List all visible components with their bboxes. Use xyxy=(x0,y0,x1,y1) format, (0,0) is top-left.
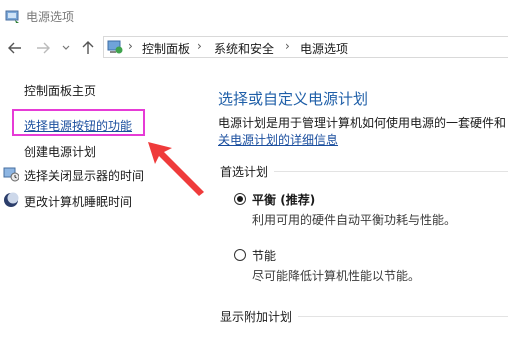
breadcrumb-separator-icon: › xyxy=(128,39,133,53)
group-divider xyxy=(298,316,508,317)
control-panel-icon xyxy=(107,40,123,54)
plan-balanced-label: 平衡 xyxy=(252,193,277,207)
sidebar-home-link[interactable]: 控制面板主页 xyxy=(24,82,96,99)
plan-power-saver-description: 尽可能降低计算机性能以节能。 xyxy=(252,269,421,283)
breadcrumb-control-panel[interactable]: 控制面板 xyxy=(142,40,190,57)
plan-power-saver-name[interactable]: 节能 xyxy=(252,247,276,264)
sidebar-item-power-button[interactable]: 选择电源按钮的功能 xyxy=(24,117,132,134)
plan-balanced-radio[interactable] xyxy=(234,193,246,205)
forward-arrow-icon[interactable] xyxy=(34,38,52,58)
plan-power-saver-radio[interactable] xyxy=(234,249,246,261)
monitor-power-icon xyxy=(3,167,19,182)
breadcrumb-separator-icon: › xyxy=(197,39,202,53)
address-bar[interactable]: › 控制面板 › 系统和安全 › 电源选项 xyxy=(103,36,508,58)
chevron-down-icon[interactable] xyxy=(60,38,72,58)
up-arrow-icon[interactable] xyxy=(80,38,96,58)
sidebar-item-display-off[interactable]: 选择关闭显示器的时间 xyxy=(24,167,144,184)
plan-balanced-tag: (推荐) xyxy=(280,193,316,207)
additional-plans-label[interactable]: 显示附加计划 xyxy=(220,308,292,325)
breadcrumb-separator-icon: › xyxy=(285,39,290,53)
page-description: 电源计划是用于管理计算机如何使用电源的一套硬件和 xyxy=(218,116,507,130)
preferred-plans-label: 首选计划 xyxy=(220,165,269,179)
plan-balanced-description: 利用可用的硬件自动平衡功耗与性能。 xyxy=(252,213,457,227)
window-title: 电源选项 xyxy=(26,10,75,24)
page-title: 选择或自定义电源计划 xyxy=(218,90,369,108)
breadcrumb-power-options[interactable]: 电源选项 xyxy=(300,40,348,57)
group-divider xyxy=(274,171,508,172)
moon-sleep-icon xyxy=(4,192,19,207)
navigation-bar: › 控制面板 › 系统和安全 › 电源选项 xyxy=(0,34,508,62)
sidebar-item-create-plan[interactable]: 创建电源计划 xyxy=(24,143,96,160)
sidebar-item-sleep-time[interactable]: 更改计算机睡眠时间 xyxy=(24,193,132,210)
breadcrumb-system-security[interactable]: 系统和安全 xyxy=(214,40,274,57)
title-bar: 电源选项 xyxy=(0,0,508,30)
plan-balanced-name[interactable]: 平衡 (推荐) xyxy=(252,191,315,208)
power-options-icon xyxy=(5,10,19,23)
back-arrow-icon[interactable] xyxy=(6,38,24,58)
annotation-arrow-icon xyxy=(148,142,204,196)
plan-details-link[interactable]: 关电源计划的详细信息 xyxy=(218,131,338,148)
